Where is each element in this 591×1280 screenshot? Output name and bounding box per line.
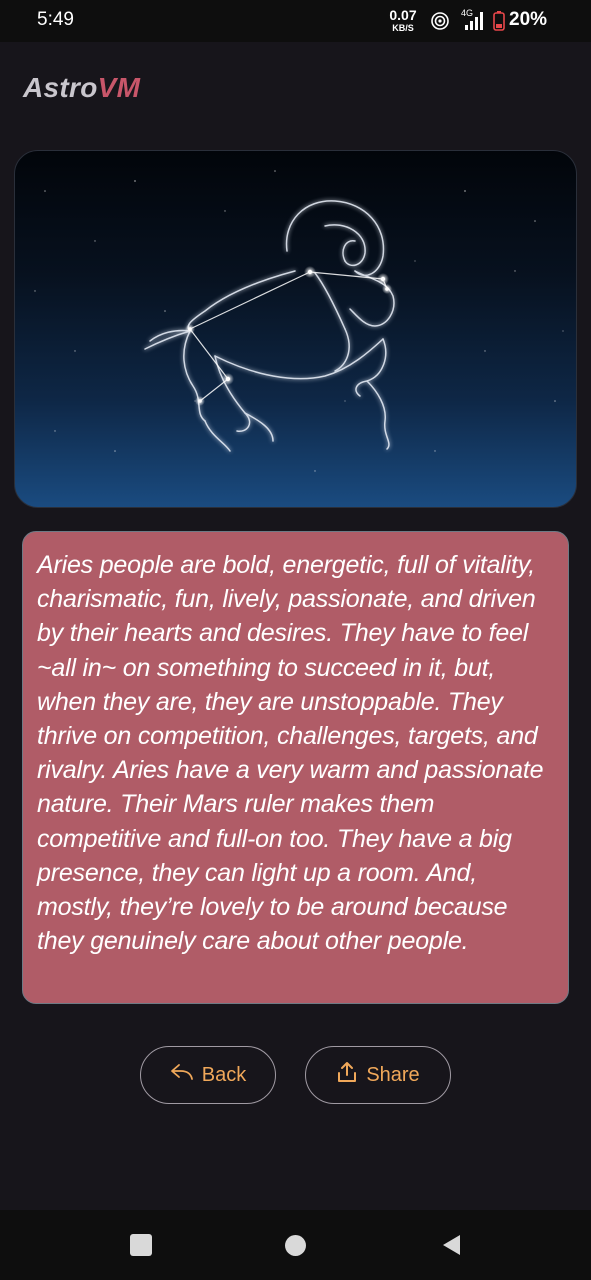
share-label: Share [366,1063,420,1086]
signal-icon: 4G [461,8,487,37]
status-time: 5:49 [37,9,74,30]
network-speed-unit: KB/S [392,23,414,33]
app-title-part-2: VM [97,72,141,103]
aries-constellation-icon [34,170,564,472]
app-title-part-1: Astro [23,72,98,103]
hotspot-icon [430,11,450,36]
description-text: Aries people are bold, energetic, full o… [37,551,544,956]
description-card: Aries people are bold, energetic, full o… [22,531,569,1004]
app-title: AstroVM [23,72,140,104]
network-type: 4G [461,8,474,18]
system-back-button[interactable] [440,1233,462,1262]
reply-arrow-icon [170,1063,194,1087]
share-button[interactable]: Share [305,1046,451,1104]
home-button[interactable] [285,1235,306,1256]
network-speed-value: 0.07 [389,7,417,23]
network-speed: 0.07 KB/S [386,8,420,33]
system-navigation-bar [0,1210,591,1280]
back-button[interactable]: Back [140,1046,276,1104]
back-triangle-icon [443,1235,460,1255]
back-label: Back [201,1063,247,1086]
battery-level: 20% [509,9,548,30]
battery-icon [493,11,505,36]
status-bar: 5:49 0.07 KB/S 4G 20% [0,0,591,42]
aries-constellation-image [14,150,577,508]
recents-button[interactable] [130,1234,152,1256]
share-icon [336,1061,358,1089]
